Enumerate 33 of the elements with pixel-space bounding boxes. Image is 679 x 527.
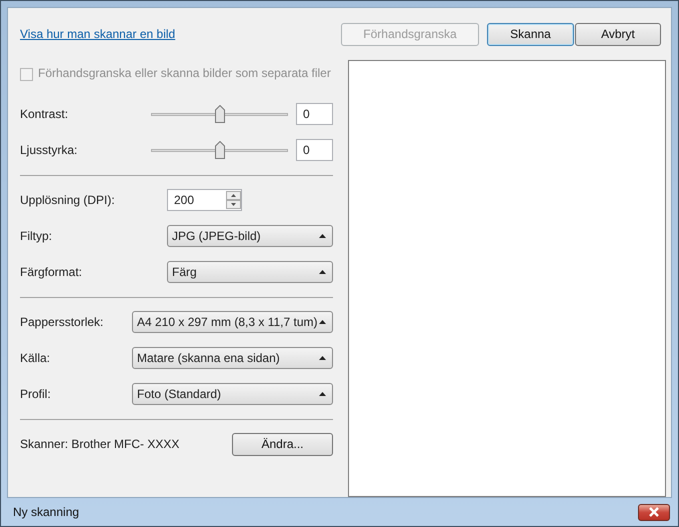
help-link[interactable]: Visa hur man skannar en bild — [20, 25, 176, 43]
setting-label: Filtyp: — [20, 228, 52, 245]
close-icon — [648, 507, 660, 517]
slider-thumb[interactable] — [214, 104, 224, 122]
setting-label: Ljusstyrka: — [20, 142, 78, 159]
checkbox-label: Förhandsgranska eller skanna bilder som separata filer — [38, 66, 332, 80]
setting-label: Pappersstorlek: — [20, 314, 104, 331]
setting-label: Färgformat: — [20, 264, 82, 281]
dropdown-arrow-icon — [319, 392, 326, 396]
setting-label: Profil: — [20, 386, 51, 403]
number-field[interactable]: 0 — [296, 139, 333, 161]
setting-label: Kontrast: — [20, 106, 68, 123]
window-title: Ny skanning — [13, 504, 80, 521]
dropdown[interactable]: A4 210 x 297 mm (8,3 x 11,7 tum) — [132, 311, 333, 333]
dropdown-arrow-icon — [319, 320, 326, 324]
setting-label: Upplösning (DPI): — [20, 192, 115, 209]
spin-arrows-icon[interactable] — [226, 191, 241, 209]
dropdown[interactable]: Matare (skanna ena sidan) — [132, 347, 333, 369]
change-button[interactable]: Ändra... — [232, 432, 333, 456]
dropdown-arrow-icon — [319, 270, 326, 274]
dropdown[interactable]: Färg — [167, 261, 333, 283]
close-button[interactable] — [638, 504, 670, 520]
dialog-button[interactable]: Avbryt — [575, 22, 661, 46]
dropdown-arrow-icon — [319, 234, 326, 238]
number-spinner[interactable]: 200 — [167, 189, 242, 211]
dropdown[interactable]: Foto (Standard) — [132, 383, 333, 405]
slider-thumb[interactable] — [214, 140, 224, 158]
dropdown-arrow-icon — [319, 356, 326, 360]
setting-label: Källa: — [20, 350, 50, 367]
number-field[interactable]: 0 — [296, 103, 333, 125]
dropdown[interactable]: JPG (JPEG-bild) — [167, 225, 333, 247]
dialog-button[interactable]: Skanna — [487, 22, 574, 46]
scanner-label: Skanner: Brother MFC- XXXX — [20, 436, 180, 453]
